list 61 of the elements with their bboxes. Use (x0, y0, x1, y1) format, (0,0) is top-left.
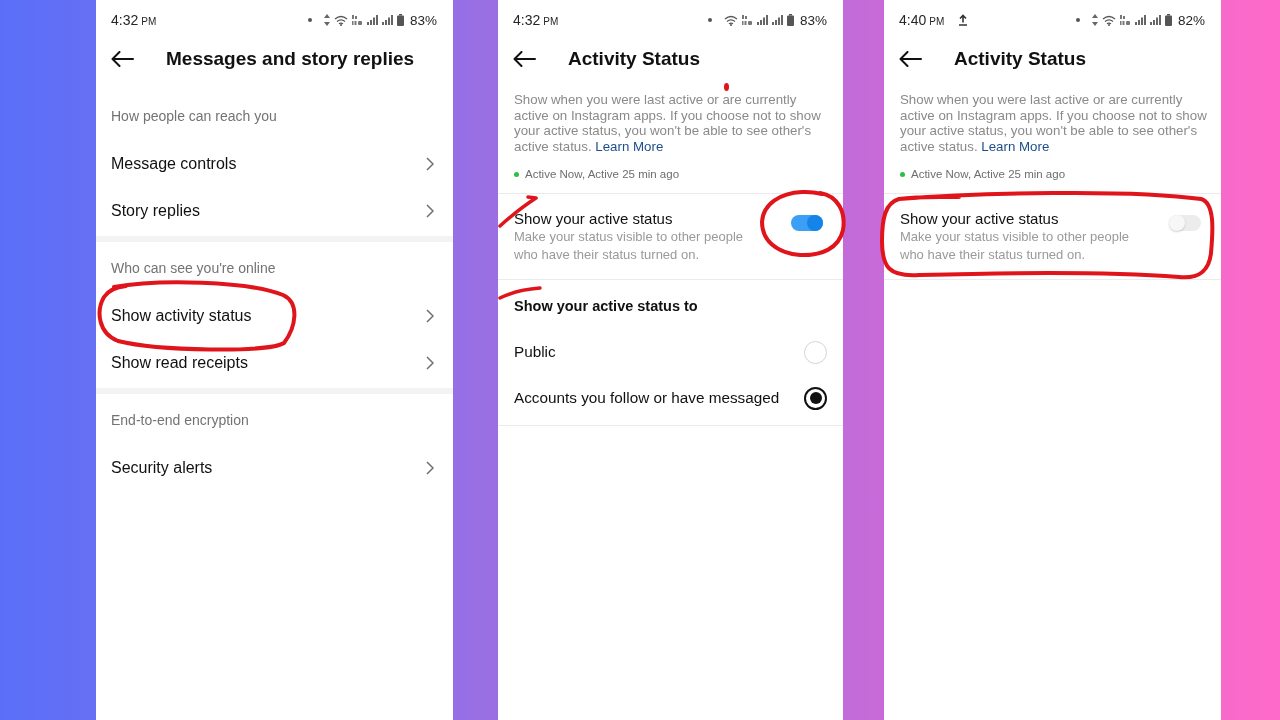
signal-bars-icon (1134, 15, 1146, 25)
option-label: Public (514, 343, 556, 362)
battery-icon (786, 14, 794, 26)
settings-item[interactable]: Show read receipts (96, 339, 453, 386)
battery-percent: 83% (799, 12, 827, 28)
settings-item[interactable]: Security alerts (96, 444, 453, 491)
description-text: Show when you were last active or are currently active on Instagram apps. If you choose not to show your active status, you won't be able to see other's active status. Learn More (514, 92, 826, 155)
signal-bars-icon (771, 15, 783, 25)
chevron-right-icon (426, 203, 434, 218)
wifi-icon (333, 14, 348, 26)
screen-title: Activity Status (954, 48, 1086, 70)
settings-item[interactable]: Message controls (96, 140, 453, 187)
wifi-icon (723, 14, 738, 26)
section-label: How people can reach you (110, 107, 278, 126)
back-arrow-icon[interactable] (513, 51, 536, 67)
setting-title: Show your active status (514, 210, 674, 229)
signal-bars-icon (756, 15, 768, 25)
signal-bars-icon (366, 15, 378, 25)
back-arrow-icon[interactable] (111, 51, 134, 67)
chevron-right-icon (426, 308, 434, 323)
battery-percent: 83% (409, 12, 437, 28)
status-time: 4:40 PM (899, 12, 945, 28)
section-label: End-to-end encryption (110, 411, 250, 430)
notification-dot-icon (307, 18, 312, 22)
network-type-icon (741, 15, 753, 25)
chevron-right-icon (426, 460, 434, 475)
setting-title: Show your active status (900, 210, 1060, 229)
notification-dot-icon (707, 18, 712, 22)
back-arrow-icon[interactable] (899, 51, 922, 67)
toggle-switch[interactable] (1169, 215, 1201, 232)
setting-description: Make your status visible to other people who have their status turned on. (514, 228, 745, 265)
chevron-right-icon (426, 156, 434, 171)
status-time: 4:32 PM (513, 12, 559, 28)
settings-item[interactable]: Show activity status (96, 292, 453, 339)
section-label: Who can see you're online (110, 259, 277, 278)
radio-button[interactable] (804, 386, 827, 410)
network-type-icon (1119, 15, 1131, 25)
screen-title: Messages and story replies (166, 48, 415, 70)
presence-text: Active Now, Active 25 min ago (911, 168, 1066, 181)
battery-icon (396, 14, 404, 26)
network-type-icon (351, 15, 363, 25)
setting-description: Make your status visible to other people who have their status turned on. (900, 228, 1131, 265)
notification-dot-icon (1075, 18, 1080, 22)
presence-text: Active Now, Active 25 min ago (525, 168, 680, 181)
status-time: 4:32 PM (111, 12, 157, 28)
chevron-right-icon (426, 355, 434, 370)
learn-more-link[interactable]: Learn More (981, 138, 1050, 154)
option-label: Accounts you follow or have messaged (514, 389, 780, 408)
settings-item[interactable]: Story replies (96, 187, 453, 234)
online-dot-icon (900, 171, 905, 177)
screen-title: Activity Status (568, 48, 700, 70)
section-heading: Show your active status to (513, 297, 699, 317)
wifi-icon (1101, 14, 1116, 26)
online-dot-icon (514, 171, 519, 177)
signal-bars-icon (381, 15, 393, 25)
learn-more-link[interactable]: Learn More (595, 138, 664, 154)
signal-bars-icon (1149, 15, 1161, 25)
description-text: Show when you were last active or are currently active on Instagram apps. If you choose not to show your active status, you won't be able to see other's active status. Learn More (900, 92, 1208, 155)
battery-icon (1164, 14, 1172, 26)
battery-percent: 82% (1177, 12, 1205, 28)
toggle-switch[interactable] (791, 215, 823, 232)
